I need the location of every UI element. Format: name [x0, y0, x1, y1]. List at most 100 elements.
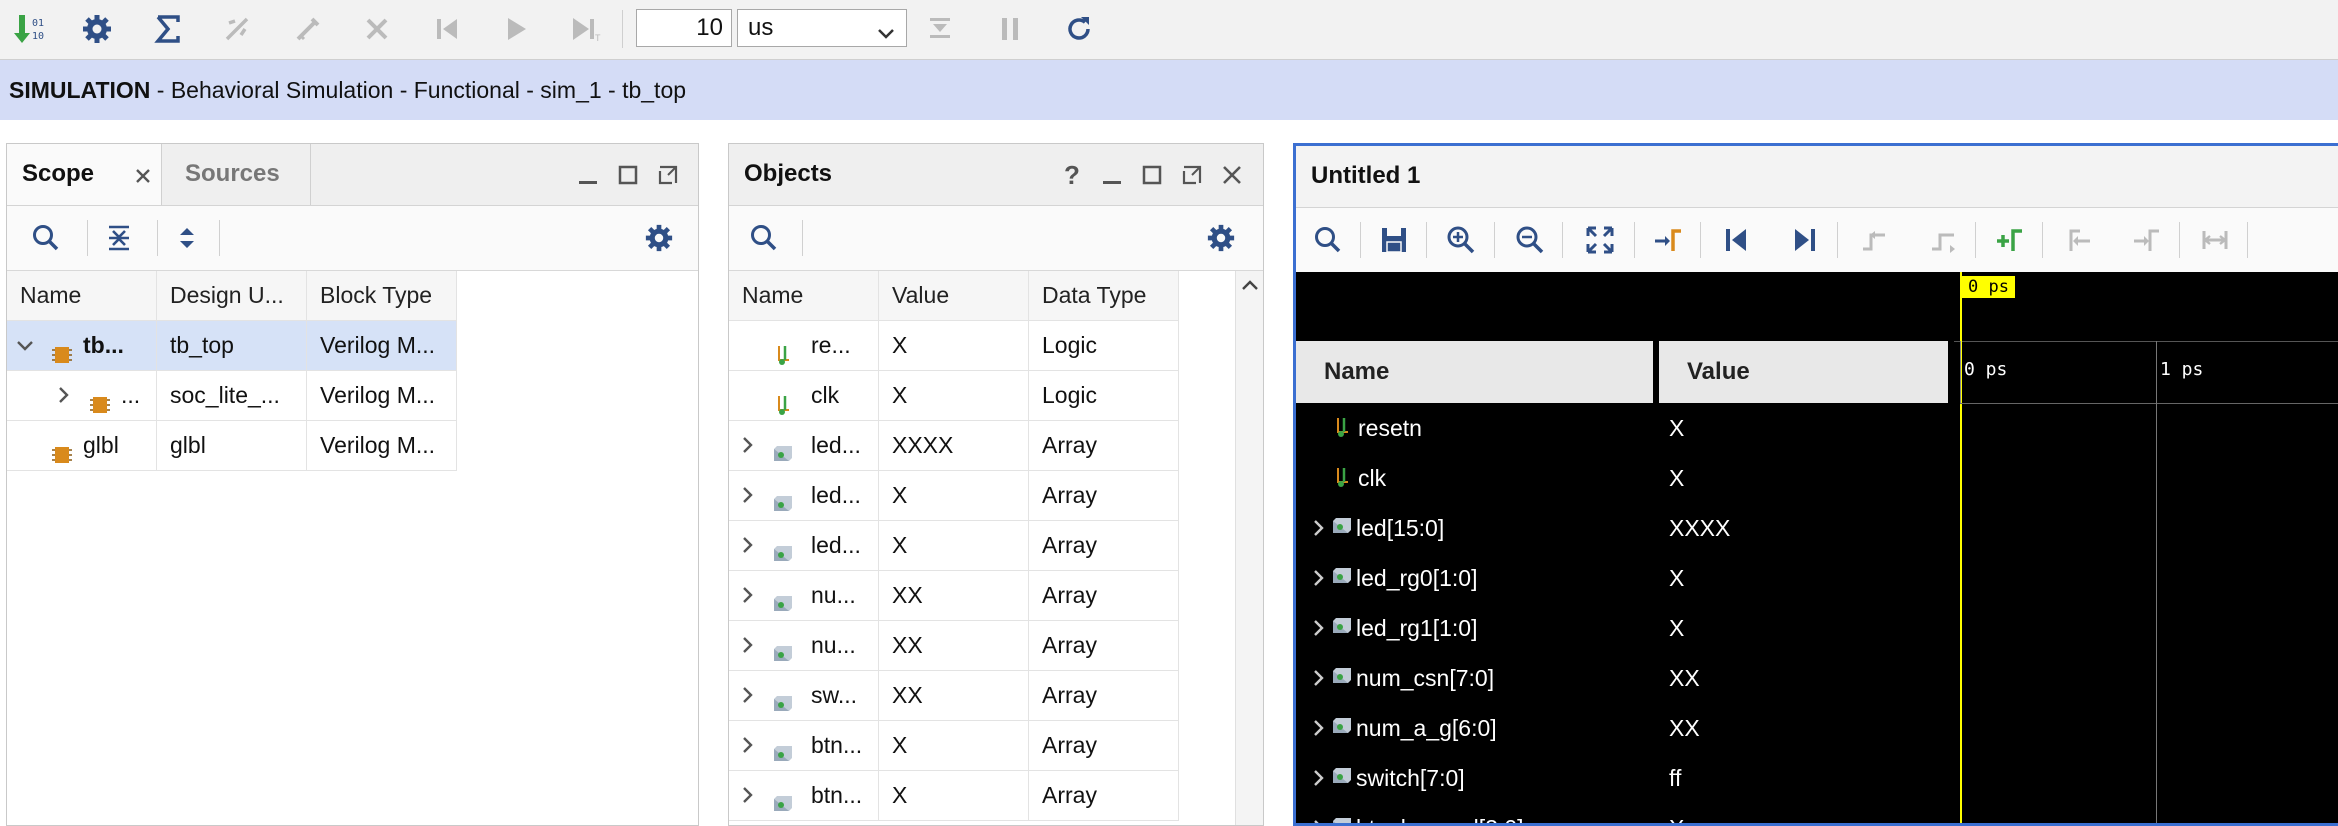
chevron-right-icon[interactable]: [735, 621, 759, 669]
minimize-icon[interactable]: [573, 160, 603, 190]
search-icon[interactable]: [1306, 218, 1350, 262]
waveform-signal-row[interactable]: led_rg0[1:0] X: [1296, 553, 1956, 603]
ruler-gridline: [2156, 341, 2157, 823]
maximize-icon[interactable]: [1137, 160, 1167, 190]
tab-scope[interactable]: Scope: [7, 144, 162, 205]
settings-icon[interactable]: [637, 216, 681, 260]
chevron-right-icon[interactable]: [1310, 567, 1328, 594]
column-header-block-type[interactable]: Block Type: [307, 271, 457, 321]
cancel-icon[interactable]: [355, 7, 399, 51]
go-to-start-icon[interactable]: [1714, 218, 1758, 262]
maximize-icon[interactable]: [613, 160, 643, 190]
zoom-fit-icon[interactable]: [1578, 218, 1622, 262]
cursor-time-label: 0 ps: [1962, 276, 2015, 298]
settings-icon[interactable]: [1199, 216, 1243, 260]
next-marker-icon[interactable]: [2125, 218, 2169, 262]
float-icon[interactable]: [653, 160, 683, 190]
breakpoint-icon[interactable]: [215, 7, 259, 51]
table-row[interactable]: sw... XX Array: [729, 671, 1179, 721]
chevron-right-icon[interactable]: [1310, 517, 1328, 544]
column-header-name[interactable]: Name: [7, 271, 157, 321]
chevron-right-icon[interactable]: [735, 671, 759, 719]
float-icon[interactable]: [1177, 160, 1207, 190]
object-data-type: Array: [1029, 471, 1179, 521]
waveform-signal-row[interactable]: num_csn[7:0] XX: [1296, 653, 1956, 703]
timeline-area[interactable]: 0 ps 0 ps 1 ps: [1954, 272, 2338, 823]
chevron-right-icon[interactable]: [1310, 667, 1328, 694]
chevron-right-icon[interactable]: [1310, 767, 1328, 794]
chevron-right-icon[interactable]: [735, 721, 759, 769]
column-header-design-unit[interactable]: Design U...: [157, 271, 307, 321]
step-icon[interactable]: T: [565, 7, 609, 51]
column-header-name[interactable]: Name: [729, 271, 879, 321]
previous-marker-icon[interactable]: [2056, 218, 2100, 262]
time-unit-select[interactable]: us: [737, 9, 907, 47]
wand-icon[interactable]: [286, 7, 330, 51]
run-all-icon[interactable]: 01 10: [6, 7, 50, 51]
help-icon[interactable]: ?: [1057, 160, 1087, 190]
run-icon[interactable]: [494, 7, 538, 51]
relaunch-icon[interactable]: [1057, 7, 1101, 51]
chevron-right-icon[interactable]: [1310, 817, 1328, 823]
chevron-right-icon[interactable]: [735, 571, 759, 619]
scroll-up-icon[interactable]: [1236, 271, 1264, 301]
scrollbar[interactable]: [1235, 271, 1264, 825]
go-to-cursor-icon[interactable]: [1646, 218, 1690, 262]
chevron-down-icon[interactable]: [13, 321, 37, 369]
table-row[interactable]: btn... X Array: [729, 771, 1179, 821]
chevron-right-icon[interactable]: [735, 471, 759, 519]
close-icon[interactable]: [1217, 160, 1247, 190]
search-icon[interactable]: [742, 216, 786, 260]
restart-icon[interactable]: [425, 7, 469, 51]
save-icon[interactable]: [1372, 218, 1416, 262]
previous-transition-icon[interactable]: [1852, 218, 1896, 262]
swap-cursors-icon[interactable]: [2193, 218, 2237, 262]
waveform-signal-row[interactable]: led[15:0] XXXX: [1296, 503, 1956, 553]
go-to-end-icon[interactable]: [1783, 218, 1827, 262]
next-transition-icon[interactable]: [1921, 218, 1965, 262]
waveform-signal-row[interactable]: clk X: [1296, 453, 1956, 503]
zoom-out-icon[interactable]: [1508, 218, 1552, 262]
chevron-right-icon[interactable]: [1310, 617, 1328, 644]
table-row[interactable]: nu... XX Array: [729, 621, 1179, 671]
waveform-signal-row[interactable]: led_rg1[1:0] X: [1296, 603, 1956, 653]
settings-icon[interactable]: [75, 7, 119, 51]
scope-panel-header: Scope Sources: [7, 144, 698, 206]
table-row[interactable]: led... XXXX Array: [729, 421, 1179, 471]
sigma-icon[interactable]: [146, 7, 190, 51]
minimize-icon[interactable]: [1097, 160, 1127, 190]
table-row[interactable]: glbl glbl Verilog M...: [7, 421, 457, 471]
chevron-right-icon[interactable]: [1310, 717, 1328, 744]
pause-icon[interactable]: [988, 7, 1032, 51]
waveform-signal-row[interactable]: num_a_g[6:0] XX: [1296, 703, 1956, 753]
column-header-value[interactable]: Value: [1659, 341, 1948, 403]
chevron-right-icon[interactable]: [51, 371, 75, 419]
logic-signal-icon: [1332, 416, 1354, 443]
collapse-all-icon[interactable]: [97, 216, 141, 260]
chevron-right-icon[interactable]: [735, 421, 759, 469]
object-data-type: Logic: [1029, 371, 1179, 421]
table-row[interactable]: re... X Logic: [729, 321, 1179, 371]
table-row[interactable]: tb... tb_top Verilog M...: [7, 321, 457, 371]
zoom-in-icon[interactable]: [1439, 218, 1483, 262]
table-row[interactable]: led... X Array: [729, 471, 1179, 521]
table-row[interactable]: clk X Logic: [729, 371, 1179, 421]
column-header-value[interactable]: Value: [879, 271, 1029, 321]
expand-all-icon[interactable]: [165, 216, 209, 260]
chevron-right-icon[interactable]: [735, 771, 759, 819]
step-forward-icon[interactable]: [918, 7, 962, 51]
waveform-signal-row[interactable]: resetn X: [1296, 403, 1956, 453]
search-icon[interactable]: [24, 216, 68, 260]
add-marker-icon[interactable]: [1988, 218, 2032, 262]
table-row[interactable]: nu... XX Array: [729, 571, 1179, 621]
table-row[interactable]: led... X Array: [729, 521, 1179, 571]
table-row[interactable]: btn... X Array: [729, 721, 1179, 771]
chevron-right-icon[interactable]: [735, 521, 759, 569]
table-row[interactable]: ... soc_lite_... Verilog M...: [7, 371, 457, 421]
tab-sources[interactable]: Sources: [163, 144, 311, 205]
waveform-signal-row[interactable]: switch[7:0] ff: [1296, 753, 1956, 803]
column-header-name[interactable]: Name: [1296, 341, 1653, 403]
run-time-input[interactable]: 10: [636, 9, 732, 47]
column-header-data-type[interactable]: Data Type: [1029, 271, 1179, 321]
waveform-signal-row[interactable]: btn_key_col[3:0] X: [1296, 803, 1956, 823]
